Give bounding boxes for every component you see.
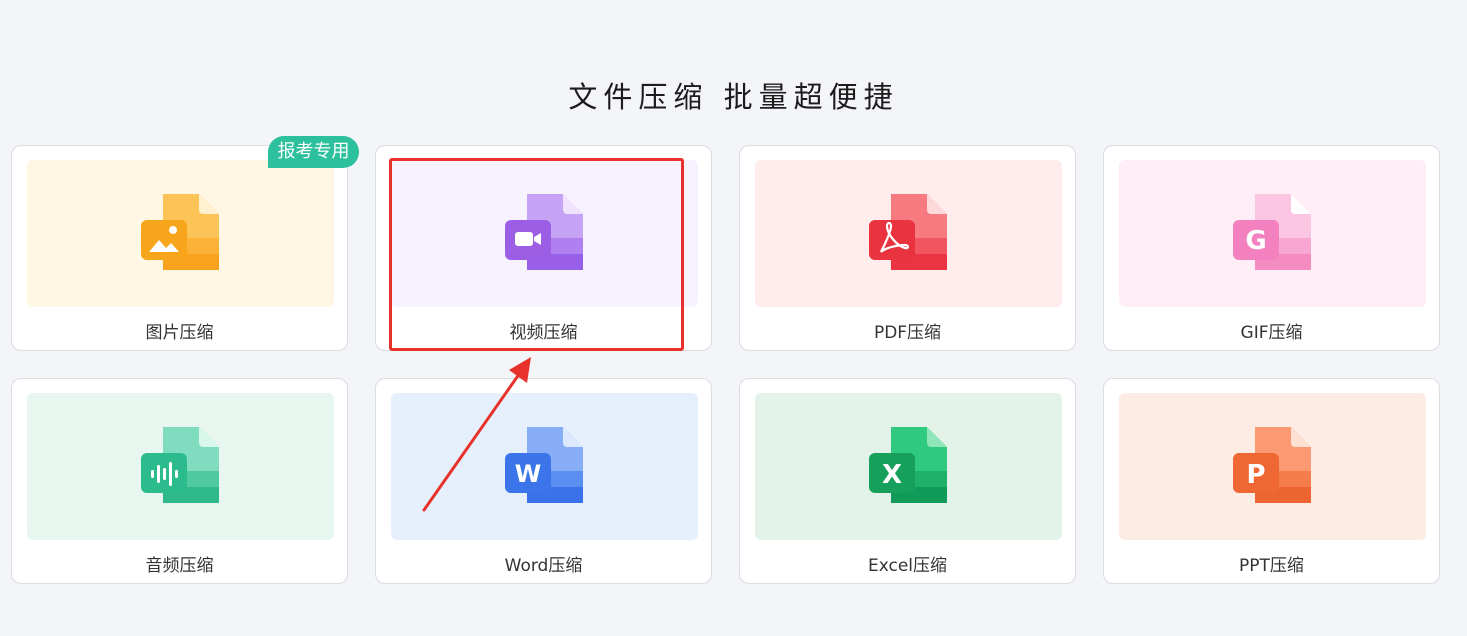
card-audio-compress[interactable]: 音频压缩 (11, 378, 348, 584)
svg-text:G: G (1245, 226, 1266, 256)
page-title: 文件压缩 批量超便捷 (568, 80, 899, 114)
audio-file-icon (139, 423, 221, 507)
card-pdf-compress[interactable]: PDF压缩 (739, 145, 1076, 351)
exam-badge: 报考专用 (268, 136, 359, 168)
compression-page: 文件压缩 批量超便捷 报考专用 图片压缩 视频压缩 PDF压缩 G GIF压缩 … (0, 0, 1467, 636)
card-thumb: X (755, 393, 1062, 540)
svg-text:X: X (882, 460, 902, 490)
card-ppt-compress[interactable]: P PPT压缩 (1103, 378, 1440, 584)
card-thumb: W (391, 393, 698, 540)
card-label: 图片压缩 (145, 323, 214, 343)
card-thumb: P (1119, 393, 1426, 540)
svg-text:P: P (1246, 460, 1265, 490)
card-label: GIF压缩 (1240, 323, 1303, 343)
word-file-icon: W (503, 423, 585, 507)
card-thumb: G (1119, 160, 1426, 307)
highlight-box (389, 158, 684, 351)
gif-file-icon: G (1231, 190, 1313, 274)
card-excel-compress[interactable]: X Excel压缩 (739, 378, 1076, 584)
pdf-file-icon (867, 190, 949, 274)
card-label: PPT压缩 (1239, 556, 1304, 576)
card-word-compress[interactable]: W Word压缩 (375, 378, 712, 584)
card-label: Word压缩 (504, 556, 583, 576)
card-thumb (755, 160, 1062, 307)
excel-file-icon: X (867, 423, 949, 507)
card-image-compress[interactable]: 图片压缩 (11, 145, 348, 351)
svg-text:W: W (515, 460, 541, 488)
card-gif-compress[interactable]: G GIF压缩 (1103, 145, 1440, 351)
card-label: PDF压缩 (873, 323, 942, 343)
card-label: Excel压缩 (867, 556, 948, 576)
card-label: 音频压缩 (145, 556, 214, 576)
ppt-file-icon: P (1231, 423, 1313, 507)
card-thumb (27, 393, 334, 540)
card-thumb (27, 160, 334, 307)
image-file-icon (139, 190, 221, 274)
